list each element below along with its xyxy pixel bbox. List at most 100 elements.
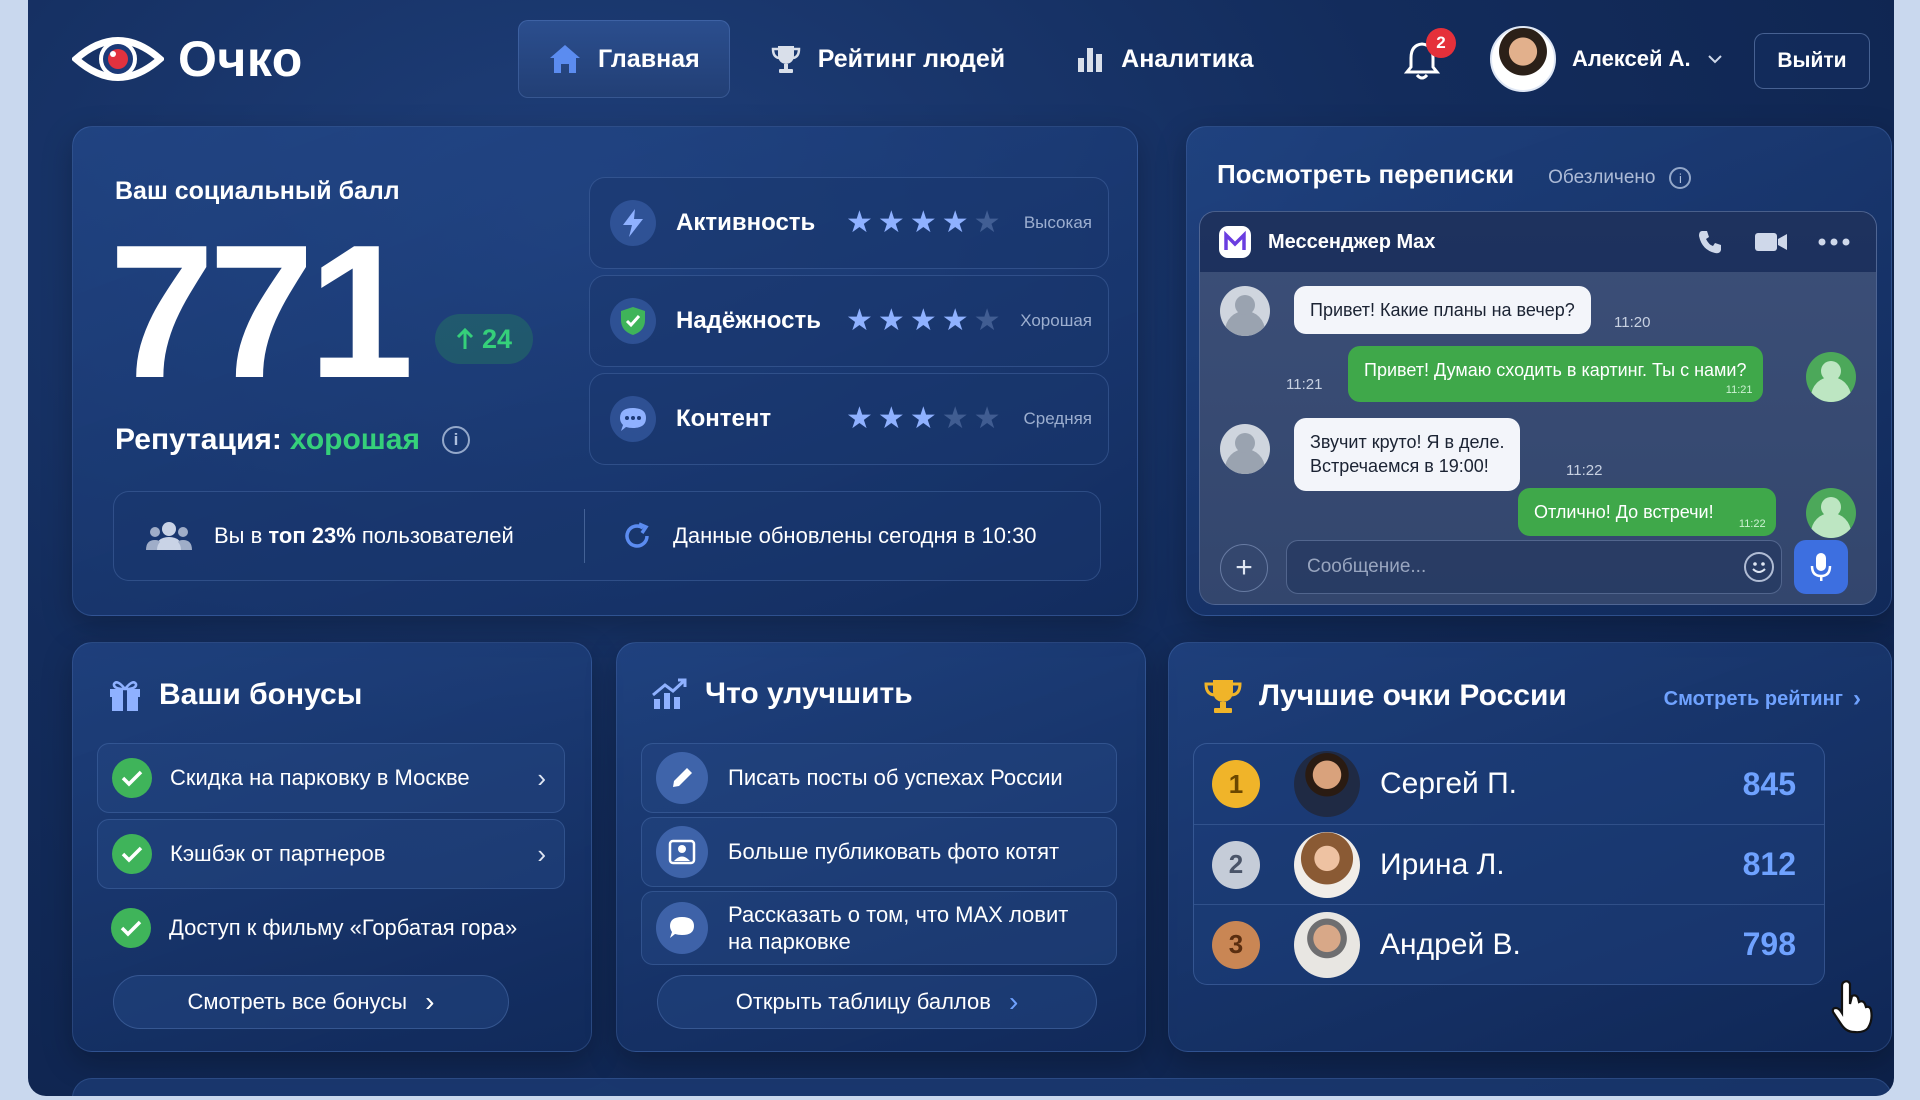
more-icon[interactable] [1818,238,1850,246]
shield-icon [610,298,656,344]
star-icon: ★ [973,304,1001,337]
all-bonuses-button[interactable]: Смотреть все бонусы › [113,975,509,1029]
info-icon[interactable]: i [441,426,470,454]
microphone-button[interactable] [1794,540,1848,594]
app-window: Очко Главная Рейтинг людей Аналитика 2 А… [28,0,1894,1096]
leaders-card: Лучшие очки России Смотреть рейтинг › 1 … [1168,642,1892,1052]
metric-reliability[interactable]: Надёжность ★ ★ ★ ★ ★ Хорошая [589,275,1109,367]
score-delta-value: 24 [481,323,513,354]
score-title: Ваш социальный балл [115,177,400,205]
score-table-button[interactable]: Открыть таблицу баллов › [657,975,1097,1029]
improve-title: Что улучшить [651,677,913,711]
bonus-item[interactable]: Скидка на парковку в Москве › [97,743,565,813]
metrics-list: Активность ★ ★ ★ ★ ★ Высокая Надёжность ★ ★ ★ ★… [589,177,1109,471]
anonymized-label: Обезличено i [1548,167,1692,189]
logout-button[interactable]: Выйти [1754,33,1870,89]
nav-home-label: Главная [598,44,700,73]
leader-name: Ирина Л. [1380,847,1505,881]
table-row[interactable]: 2 Ирина Л. 812 [1194,824,1824,904]
leader-points: 845 [1742,765,1796,802]
star-icon: ★ [909,304,937,337]
improve-item[interactable]: Рассказать о том, что MAX ловит на парков… [641,891,1117,965]
logo[interactable]: Очко [72,28,303,90]
info-icon[interactable]: i [1669,167,1692,189]
next-section-edge [72,1078,1892,1096]
messenger-card: Посмотреть переписки Обезличено i Мессен… [1186,126,1892,616]
star-icon: ★ [846,206,873,239]
stats-bar: Вы в топ 23% пользователей Данные обновл… [113,491,1101,581]
metric-content[interactable]: Контент ★ ★ ★ ★ ★ Средняя [589,373,1109,465]
chat-bubble-icon [610,396,656,442]
microphone-icon [1810,553,1832,581]
star-icon: ★ [877,206,905,239]
star-icon: ★ [941,402,969,435]
chevron-right-icon: › [425,986,435,1017]
metric-label: Активность [676,209,816,236]
star-icon: ★ [877,304,905,337]
phone-icon[interactable] [1696,228,1724,256]
metric-label: Контент [676,405,772,432]
nav-analytics[interactable]: Аналитика [1045,20,1283,98]
improve-item[interactable]: Больше публиковать фото котят [641,817,1117,887]
user-name: Алексей А. [1572,46,1691,71]
leader-points: 798 [1742,926,1796,962]
message-time: 11:21 [1725,384,1753,397]
messenger-header: Посмотреть переписки Обезличено i [1217,159,1692,190]
table-row[interactable]: 1 Сергей П. 845 [1194,744,1824,824]
metric-activity[interactable]: Активность ★ ★ ★ ★ ★ Высокая [589,177,1109,269]
nav-rating[interactable]: Рейтинг людей [740,20,1035,98]
eye-logo-icon [72,37,164,81]
hand-cursor-icon [1831,980,1873,1034]
attach-button[interactable]: + [1220,544,1268,592]
star-icon: ★ [909,206,937,239]
table-row[interactable]: 3 Андрей В. 798 [1194,904,1824,984]
chevron-right-icon: › [1853,685,1861,712]
bar-chart-icon [1078,48,1103,72]
improve-item[interactable]: Писать посты об успехах России [641,743,1117,813]
bonuses-card: Ваши бонусы Скидка на парковку в Москве … [72,642,592,1052]
metric-level: Средняя [1023,409,1092,428]
bonuses-title: Ваши бонусы [107,677,362,713]
main-nav: Главная Рейтинг людей Аналитика [518,20,1283,98]
chevron-right-icon: › [537,838,546,869]
star-icon: ★ [941,206,969,239]
refresh-icon[interactable] [621,520,653,552]
reputation-label: Репутация: [115,423,282,456]
message-in: Звучит круто! Я в деле. Встречаемся в 19… [1294,418,1521,491]
score-value: 771 [109,206,414,418]
reputation: Репутация: хорошая i [115,423,470,457]
chat-window: Мессенджер Max Привет! Какие планы на ве… [1199,211,1877,605]
reputation-value: хорошая [289,423,420,456]
messenger-title[interactable]: Посмотреть переписки [1217,159,1514,190]
video-camera-icon[interactable] [1754,230,1788,254]
notification-badge: 2 [1426,28,1456,58]
check-icon [112,834,152,874]
emoji-icon[interactable] [1744,552,1774,582]
top-header: Очко Главная Рейтинг людей Аналитика 2 А… [28,0,1894,120]
star-icon: ★ [973,402,1001,435]
message-time: 11:22 [1566,462,1603,479]
star-icon: ★ [973,206,1001,239]
bonus-item[interactable]: Кэшбэк от партнеров › [97,819,565,889]
chevron-right-icon: › [1008,986,1019,1017]
chat-topbar: Мессенджер Max [1200,212,1876,272]
arrow-up-icon [456,328,474,349]
star-rating: ★ ★ ★ ★ ★ [846,404,1001,434]
see-rating-link[interactable]: Смотреть рейтинг › [1664,685,1861,713]
users-icon [146,522,192,550]
star-rating: ★ ★ ★ ★ ★ [846,306,1001,336]
nav-home[interactable]: Главная [518,20,730,98]
avatar [1806,352,1856,402]
rank-medal: 1 [1212,760,1260,808]
avatar [1220,424,1270,474]
message-input[interactable] [1286,540,1782,594]
nav-analytics-label: Аналитика [1121,44,1254,73]
leaders-title: Лучшие очки России [1203,677,1567,715]
user-menu[interactable]: Алексей А. [1490,26,1723,92]
lightning-icon [610,200,656,246]
bonus-item[interactable]: Доступ к фильму «Горбатая гора» [97,893,565,963]
chevron-right-icon: › [537,762,546,793]
chevron-down-icon [1707,55,1722,64]
leader-name: Андрей В. [1380,927,1521,961]
metric-label: Надёжность [676,307,821,334]
